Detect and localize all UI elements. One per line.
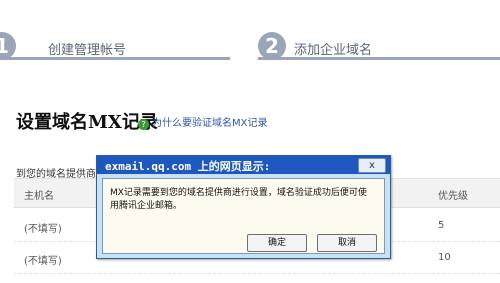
step-2-underline bbox=[258, 57, 500, 60]
host-cell: (不填写) bbox=[24, 256, 62, 267]
host-cell: (不填写) bbox=[24, 224, 62, 235]
dialog-title: exmail.qq.com 上的网页显示: bbox=[105, 160, 271, 173]
dialog-titlebar: exmail.qq.com 上的网页显示: x bbox=[97, 156, 390, 174]
question-icon: ? bbox=[138, 119, 149, 130]
help-link-label: 为什么要验证域名MX记录 bbox=[152, 118, 268, 129]
step-2: 2 添加企业域名 bbox=[258, 32, 500, 66]
step-1-underline bbox=[0, 57, 230, 60]
column-header-host: 主机名 bbox=[24, 191, 54, 202]
priority-cell: 10 bbox=[438, 252, 451, 263]
step-2-label: 添加企业域名 bbox=[294, 43, 373, 58]
dialog-body: MX记录需要到您的域名提供商进行设置，域名验证成功后便可使用腾讯企业邮箱。 确定… bbox=[102, 178, 385, 254]
column-header-priority: 优先级 bbox=[438, 191, 468, 202]
step-1: 1 创建管理帐号 bbox=[0, 32, 230, 66]
priority-cell: 5 bbox=[438, 220, 445, 231]
step-1-label: 创建管理帐号 bbox=[48, 43, 127, 58]
cancel-button[interactable]: 取消 bbox=[317, 234, 377, 252]
close-button[interactable]: x bbox=[358, 158, 386, 173]
ok-button[interactable]: 确定 bbox=[247, 234, 307, 252]
help-link[interactable]: ? 为什么要验证域名MX记录 bbox=[138, 114, 267, 130]
dialog-message: MX记录需要到您的域名提供商进行设置，域名验证成功后便可使用腾讯企业邮箱。 bbox=[110, 188, 367, 211]
step-progress-bar: 1 创建管理帐号 2 添加企业域名 bbox=[0, 0, 500, 82]
alert-dialog: exmail.qq.com 上的网页显示: x MX记录需要到您的域名提供商进行… bbox=[96, 155, 391, 259]
page-title: 设置域名MX记录 bbox=[16, 112, 158, 133]
step-2-number: 2 bbox=[258, 32, 286, 60]
step-1-number: 1 bbox=[0, 32, 16, 60]
